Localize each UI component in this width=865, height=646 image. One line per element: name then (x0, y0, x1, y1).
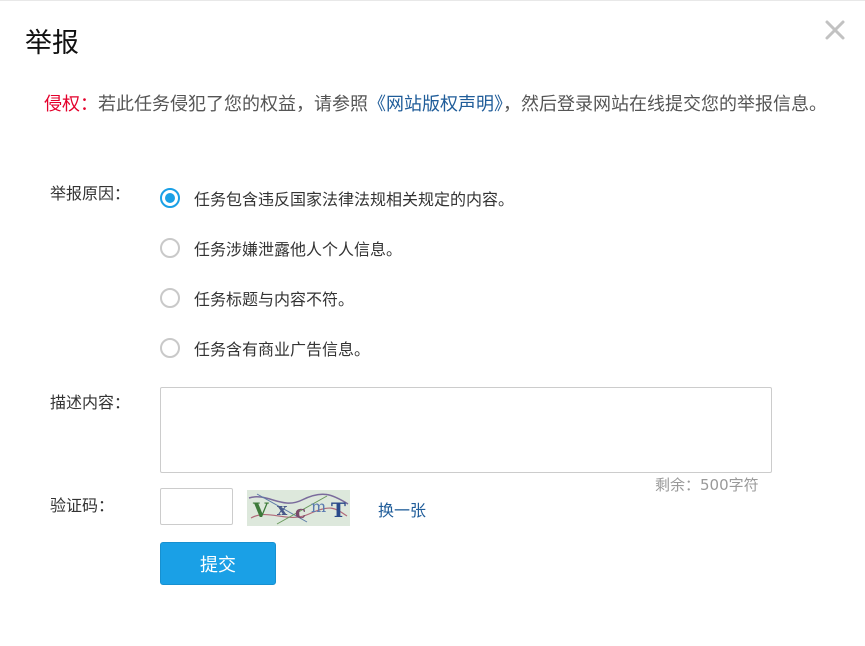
description-label: 描述内容： (50, 393, 131, 412)
radio-unchecked-icon[interactable] (160, 288, 180, 308)
reason-option-privacy[interactable]: 任务涉嫌泄露他人个人信息。 (160, 235, 402, 261)
refresh-captcha-link[interactable]: 换一张 (378, 497, 426, 521)
description-textarea[interactable] (160, 387, 772, 473)
infringement-label: 侵权： (44, 94, 98, 115)
svg-text:m: m (311, 497, 326, 516)
report-dialog: 举报 侵权：若此任务侵犯了您的权益，请参照《网站版权声明》，然后登录网站在线提交… (0, 0, 865, 646)
svg-text:x: x (277, 500, 288, 520)
report-reason-label: 举报原因： (50, 184, 131, 203)
captcha-label: 验证码： (50, 496, 115, 515)
notice-text-before: 若此任务侵犯了您的权益，请参照 (98, 94, 368, 115)
captcha-input[interactable] (160, 488, 233, 525)
reason-option-illegal[interactable]: 任务包含违反国家法律法规相关规定的内容。 (160, 185, 514, 211)
reason-option-label: 任务涉嫌泄露他人个人信息。 (194, 240, 403, 259)
reason-option-advertising[interactable]: 任务含有商业广告信息。 (160, 335, 370, 361)
radio-unchecked-icon[interactable] (160, 338, 180, 358)
captcha-image[interactable]: V x c m T (247, 490, 350, 526)
reason-option-label: 任务标题与内容不符。 (194, 290, 355, 309)
svg-text:T: T (331, 498, 346, 522)
remaining-chars: 剩余：500字符 (655, 476, 759, 494)
submit-button[interactable]: 提交 (160, 542, 276, 585)
radio-unchecked-icon[interactable] (160, 238, 180, 258)
svg-text:V: V (252, 498, 269, 522)
svg-text:c: c (295, 502, 306, 523)
close-icon[interactable] (822, 17, 848, 43)
infringement-notice: 侵权：若此任务侵犯了您的权益，请参照《网站版权声明》，然后登录网站在线提交您的举… (44, 89, 834, 120)
copyright-statement-link[interactable]: 《网站版权声明》 (368, 94, 503, 115)
reason-option-label: 任务含有商业广告信息。 (194, 340, 371, 359)
radio-checked-icon[interactable] (160, 188, 180, 208)
dialog-title: 举报 (25, 28, 79, 59)
reason-option-label: 任务包含违反国家法律法规相关规定的内容。 (194, 190, 515, 209)
notice-text-after: ，然后登录网站在线提交您的举报信息。 (503, 94, 827, 115)
reason-option-mismatch[interactable]: 任务标题与内容不符。 (160, 285, 354, 311)
